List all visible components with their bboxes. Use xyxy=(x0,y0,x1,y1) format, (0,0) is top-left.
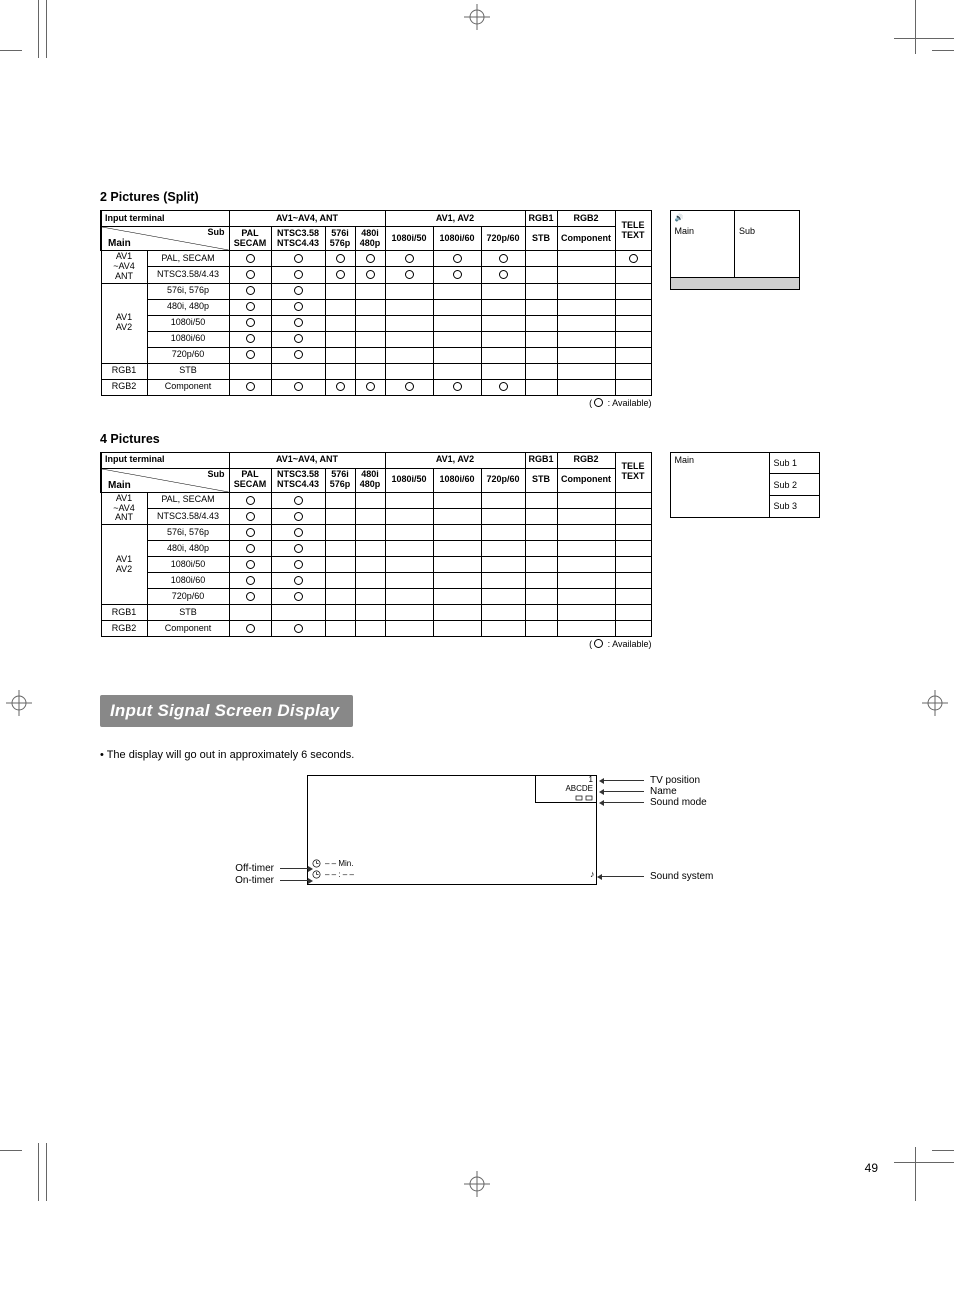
osd-name: ABCDE xyxy=(539,785,593,794)
cell xyxy=(615,251,651,267)
cell xyxy=(433,251,481,267)
diag-sub: Sub xyxy=(208,470,225,480)
rowgroup-av14ant: AV1 ~AV4 ANT xyxy=(101,251,147,284)
hdr-576: 576i 576p xyxy=(325,227,355,251)
hdr-teletext: TELE TEXT xyxy=(615,452,651,492)
clock-icon xyxy=(312,870,321,879)
hdr-480: 480i 480p xyxy=(355,227,385,251)
hdr-rgb1: RGB1 xyxy=(525,211,557,227)
four-diagram: Main Sub 1 Sub 2 Sub 3 xyxy=(670,452,820,518)
rowgroup-av12: AV1 AV2 xyxy=(101,525,147,605)
hdr-teletext: TELE TEXT xyxy=(615,211,651,251)
osd-diagram: 1 ABCDE – – Min. – – : – – ♪ TV xyxy=(217,771,777,901)
hdr-palsecam: PAL SECAM xyxy=(229,227,271,251)
row-component: Component xyxy=(147,379,229,395)
callout-name: Name xyxy=(650,786,677,797)
four-sub1: Sub 1 xyxy=(769,453,819,475)
note-text: • The display will go out in approximate… xyxy=(100,749,894,761)
music-icon: ♪ xyxy=(590,869,595,879)
table-split: Input terminal AV1~AV4, ANT AV1, AV2 RGB… xyxy=(100,210,652,396)
hdr-input-terminal: Input terminal xyxy=(101,211,229,227)
row-1080-50: 1080i/50 xyxy=(147,315,229,331)
hdr-av12: AV1, AV2 xyxy=(385,452,525,468)
rowgroup-av14ant: AV1 ~AV4 ANT xyxy=(101,492,147,525)
callout-off-timer: Off-timer xyxy=(235,863,274,874)
split-main-label: Main xyxy=(671,225,736,239)
callout-on-timer: On-timer xyxy=(235,875,274,886)
clock-icon xyxy=(312,859,321,868)
cell xyxy=(271,251,325,267)
hdr-component: Component xyxy=(557,227,615,251)
callout-sound-mode: Sound mode xyxy=(650,797,707,808)
hdr-stb: STB xyxy=(525,227,557,251)
legend-four: ( : Available) xyxy=(100,639,652,649)
rowgroup-rgb1: RGB1 xyxy=(101,605,147,621)
cell xyxy=(355,251,385,267)
rowgroup-av12: AV1 AV2 xyxy=(101,283,147,363)
row-ntsc: NTSC3.58/4.43 xyxy=(147,267,229,283)
diag-main: Main xyxy=(108,238,131,249)
diag-main: Main xyxy=(108,480,131,491)
rowgroup-rgb1: RGB1 xyxy=(101,363,147,379)
callout-tv-position: TV position xyxy=(650,775,700,786)
row-576: 576i, 576p xyxy=(147,283,229,299)
callout-sound-system: Sound system xyxy=(650,871,713,882)
row-480: 480i, 480p xyxy=(147,299,229,315)
hdr-1080-50: 1080i/50 xyxy=(385,227,433,251)
row-stb: STB xyxy=(147,363,229,379)
legend-split: ( : Available) xyxy=(100,398,652,408)
rowgroup-rgb2: RGB2 xyxy=(101,379,147,395)
hdr-input-terminal: Input terminal xyxy=(101,452,229,468)
row-720: 720p/60 xyxy=(147,347,229,363)
section-title-split: 2 Pictures (Split) xyxy=(100,190,894,204)
rowgroup-rgb2: RGB2 xyxy=(101,621,147,637)
section-banner: Input Signal Screen Display xyxy=(100,695,353,727)
section-title-four: 4 Pictures xyxy=(100,432,894,446)
cell xyxy=(385,251,433,267)
row-1080-60: 1080i/60 xyxy=(147,331,229,347)
hdr-720: 720p/60 xyxy=(481,227,525,251)
four-main-label: Main xyxy=(671,453,769,517)
off-timer-val: – – Min. xyxy=(325,858,353,869)
four-sub3: Sub 3 xyxy=(769,496,819,517)
split-sub-label: Sub xyxy=(735,225,799,239)
cell xyxy=(481,251,525,267)
table-four: Input terminal AV1~AV4, ANT AV1, AV2 RGB… xyxy=(100,452,652,638)
hdr-1080-60: 1080i/60 xyxy=(433,227,481,251)
hdr-av12: AV1, AV2 xyxy=(385,211,525,227)
hdr-av14ant: AV1~AV4, ANT xyxy=(229,211,385,227)
hdr-rgb2: RGB2 xyxy=(557,211,615,227)
hdr-rgb1: RGB1 xyxy=(525,452,557,468)
cell xyxy=(229,251,271,267)
split-diagram: 🔊 Main Sub xyxy=(670,210,800,290)
hdr-rgb2: RGB2 xyxy=(557,452,615,468)
four-sub2: Sub 2 xyxy=(769,474,819,496)
row-palsecam: PAL, SECAM xyxy=(147,251,229,267)
on-timer-val: – – : – – xyxy=(325,869,354,880)
hdr-ntsc: NTSC3.58 NTSC4.43 xyxy=(271,227,325,251)
diag-sub: Sub xyxy=(208,228,225,238)
hdr-av14ant: AV1~AV4, ANT xyxy=(229,452,385,468)
cell xyxy=(325,251,355,267)
page-number: 49 xyxy=(865,1161,878,1175)
